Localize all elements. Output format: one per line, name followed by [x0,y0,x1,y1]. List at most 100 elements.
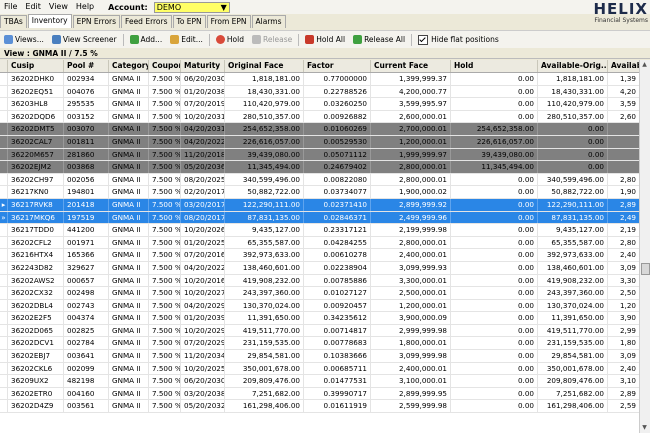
table-row[interactable]: 36202D065 002825 GNMA II 7.500 % 10/20/2029 4… [0,324,640,338]
table-row[interactable]: 36202CKL6 002099 GNMA II 7.500 % 10/20/2025 3… [0,362,640,376]
cell-orig: 226,616,057.00 [225,135,304,148]
cell-orig: 50,882,722.00 [225,186,304,198]
column-header-category[interactable]: Category [109,60,149,72]
view-title: View : GNMA II / 7.5 % [0,48,650,59]
row-marker [0,135,8,148]
vertical-scrollbar[interactable]: ▲ ▼ [639,60,650,433]
edit-button[interactable]: Edit... [166,32,207,47]
table-row[interactable]: 36217TDD0 441200 GNMA II 7.500 % 10/20/2026 9… [0,224,640,237]
cell-cpn: 7.500 % [149,135,181,148]
column-header-coupon[interactable]: Coupon [149,60,181,72]
cell-factor: 0.00920457 [304,299,371,312]
cell-avo: 50,882,722.00 [538,186,608,198]
table-row[interactable]: 36202EJM2 003868 GNMA II 7.500 % 05/20/2036 1… [0,161,640,174]
cell-avo: 419,511,770.00 [538,324,608,337]
table-row[interactable]: 36202AWS2 000657 GNMA II 7.500 % 10/20/2016 4… [0,274,640,288]
table-row[interactable]: 36202CX32 002498 GNMA II 7.500 % 10/20/2027 2… [0,287,640,300]
release-button[interactable]: Release [248,32,296,47]
tab-from-epn[interactable]: From EPN [206,15,251,28]
column-header-available-orig[interactable]: Available-Orig... [538,60,608,72]
hide-flat-checkbox[interactable] [418,34,429,45]
table-row[interactable]: 36217KN0 194801 GNMA II 7.500 % 02/20/2017 50… [0,186,640,199]
cell-cpn: 7.500 % [149,148,181,161]
cell-cat: GNMA II [109,236,149,249]
tab-to-epn[interactable]: To EPN [172,15,206,28]
cell-avo: 350,001,678.00 [538,362,608,375]
hold-all-button[interactable]: Hold All [301,32,349,47]
table-row[interactable]: 36202CH97 002056 GNMA II 7.500 % 08/20/2025 3… [0,173,640,187]
cell-cur: 2,899,999.95 [371,387,451,400]
hide-flat-toggle[interactable]: Hide flat positions [414,32,503,47]
cell-pool: 002056 [64,173,109,186]
tab-tbas[interactable]: TBAs [0,15,27,28]
table-row[interactable]: 36202DQD6 003152 GNMA II 7.500 % 10/20/2031 2… [0,110,640,124]
column-header-original-face[interactable]: Original Face [225,60,304,72]
menu-view[interactable]: View [45,0,72,14]
cell-cat: GNMA II [109,375,149,387]
cell-cpn: 7.500 % [149,224,181,236]
cell-pool: 003561 [64,400,109,413]
table-row[interactable]: 36202DHK0 002934 GNMA II 7.500 % 06/20/2030 1… [0,73,640,86]
table-row[interactable]: » 36217MKQ6 197519 GNMA II 7.500 % 08/20/2017… [0,211,640,225]
cell-cur: 1,900,000.02 [371,186,451,198]
cell-pool: 004374 [64,312,109,324]
screener-icon [51,35,61,44]
cell-cpn: 7.500 % [149,400,181,413]
table-row[interactable]: 36202ETR0 004160 GNMA II 7.500 % 03/20/2038 7… [0,387,640,401]
scroll-down-icon[interactable]: ▼ [641,424,648,432]
account-select[interactable]: DEMO ▼ [153,1,230,13]
table-row[interactable]: 36202DMT5 003070 GNMA II 7.500 % 04/20/2031 2… [0,123,640,136]
cell-avo: 280,510,357.00 [538,110,608,123]
cell-cat: GNMA II [109,161,149,173]
table-row[interactable]: 36202CFL2 001971 GNMA II 7.500 % 01/20/2025 6… [0,236,640,250]
table-row[interactable]: 36209UX2 482198 GNMA II 7.500 % 06/20/2030 20… [0,375,640,388]
tab-epn-errors[interactable]: EPN Errors [72,15,121,28]
table-row[interactable]: 36202D4Z9 003561 GNMA II 7.500 % 05/20/2032 1… [0,400,640,414]
column-header-hold[interactable]: Hold [451,60,538,72]
toolbar: Views... View Screener Add... Edit... Ho… [0,30,650,49]
table-row[interactable]: ▸ 36217RVK8 201418 GNMA II 7.500 % 03/20/2017… [0,198,640,212]
views-button[interactable]: Views... [0,32,48,47]
cell-cur: 3,100,000.01 [371,375,451,387]
tab-inventory[interactable]: Inventory [27,14,72,28]
row-marker [0,312,8,324]
cell-cat: GNMA II [109,261,149,274]
tab-feed-errors[interactable]: Feed Errors [121,15,172,28]
table-row[interactable]: 36202EQ51 004076 GNMA II 7.500 % 01/20/2038 1… [0,85,640,99]
row-marker [0,375,8,387]
cell-hold: 0.00 [451,236,538,249]
column-header-current-face[interactable]: Current Face [371,60,451,72]
column-header-cusip[interactable]: Cusip [8,60,64,72]
table-row[interactable]: 36203HL8 295535 GNMA II 7.500 % 07/20/2019 11… [0,98,640,111]
table-row[interactable]: 36202CAL7 001811 GNMA II 7.500 % 04/20/2022 2… [0,135,640,149]
table-row[interactable]: 36202DBL4 002743 GNMA II 7.500 % 04/20/2029 1… [0,299,640,313]
row-marker [0,98,8,110]
cell-av: 2,80 [608,173,640,186]
table-row[interactable]: 36220M657 281860 GNMA II 7.500 % 11/20/2018 3… [0,148,640,162]
table-row[interactable]: 36202EBJ7 003641 GNMA II 7.500 % 11/20/2034 2… [0,350,640,363]
column-header-factor[interactable]: Factor [304,60,371,72]
cell-cusip: 36203HL8 [8,98,64,110]
cell-factor: 0.03734077 [304,186,371,198]
column-header-pool[interactable]: Pool # [64,60,109,72]
cell-cusip: 362243D82 [8,261,64,274]
menu-help[interactable]: Help [72,0,98,14]
table-row[interactable]: 36202DCV1 002784 GNMA II 7.500 % 07/20/2029 2… [0,337,640,351]
release-all-button[interactable]: Release All [349,32,409,47]
scroll-thumb[interactable] [641,263,650,275]
menu-file[interactable]: File [0,0,21,14]
cell-mat: 07/20/2029 [181,337,225,350]
cell-pool: 002743 [64,299,109,312]
column-header-maturity[interactable]: Maturity [181,60,225,72]
table-row[interactable]: 36202E2F5 004374 GNMA II 7.500 % 01/20/2039 1… [0,312,640,325]
table-row[interactable]: 362243D82 329627 GNMA II 7.500 % 04/20/2022 1… [0,261,640,275]
menu-edit[interactable]: Edit [21,0,45,14]
scroll-up-icon[interactable]: ▲ [641,61,648,69]
hold-button[interactable]: Hold [212,32,248,47]
add-button[interactable]: Add... [126,32,167,47]
view-screener-button[interactable]: View Screener [48,32,121,47]
cell-av: 3,09 [608,350,640,362]
table-row[interactable]: 36216HTX4 165366 GNMA II 7.500 % 07/20/2016 3… [0,249,640,262]
column-header-available[interactable]: Available [608,60,640,72]
tab-alarms[interactable]: Alarms [251,15,286,28]
